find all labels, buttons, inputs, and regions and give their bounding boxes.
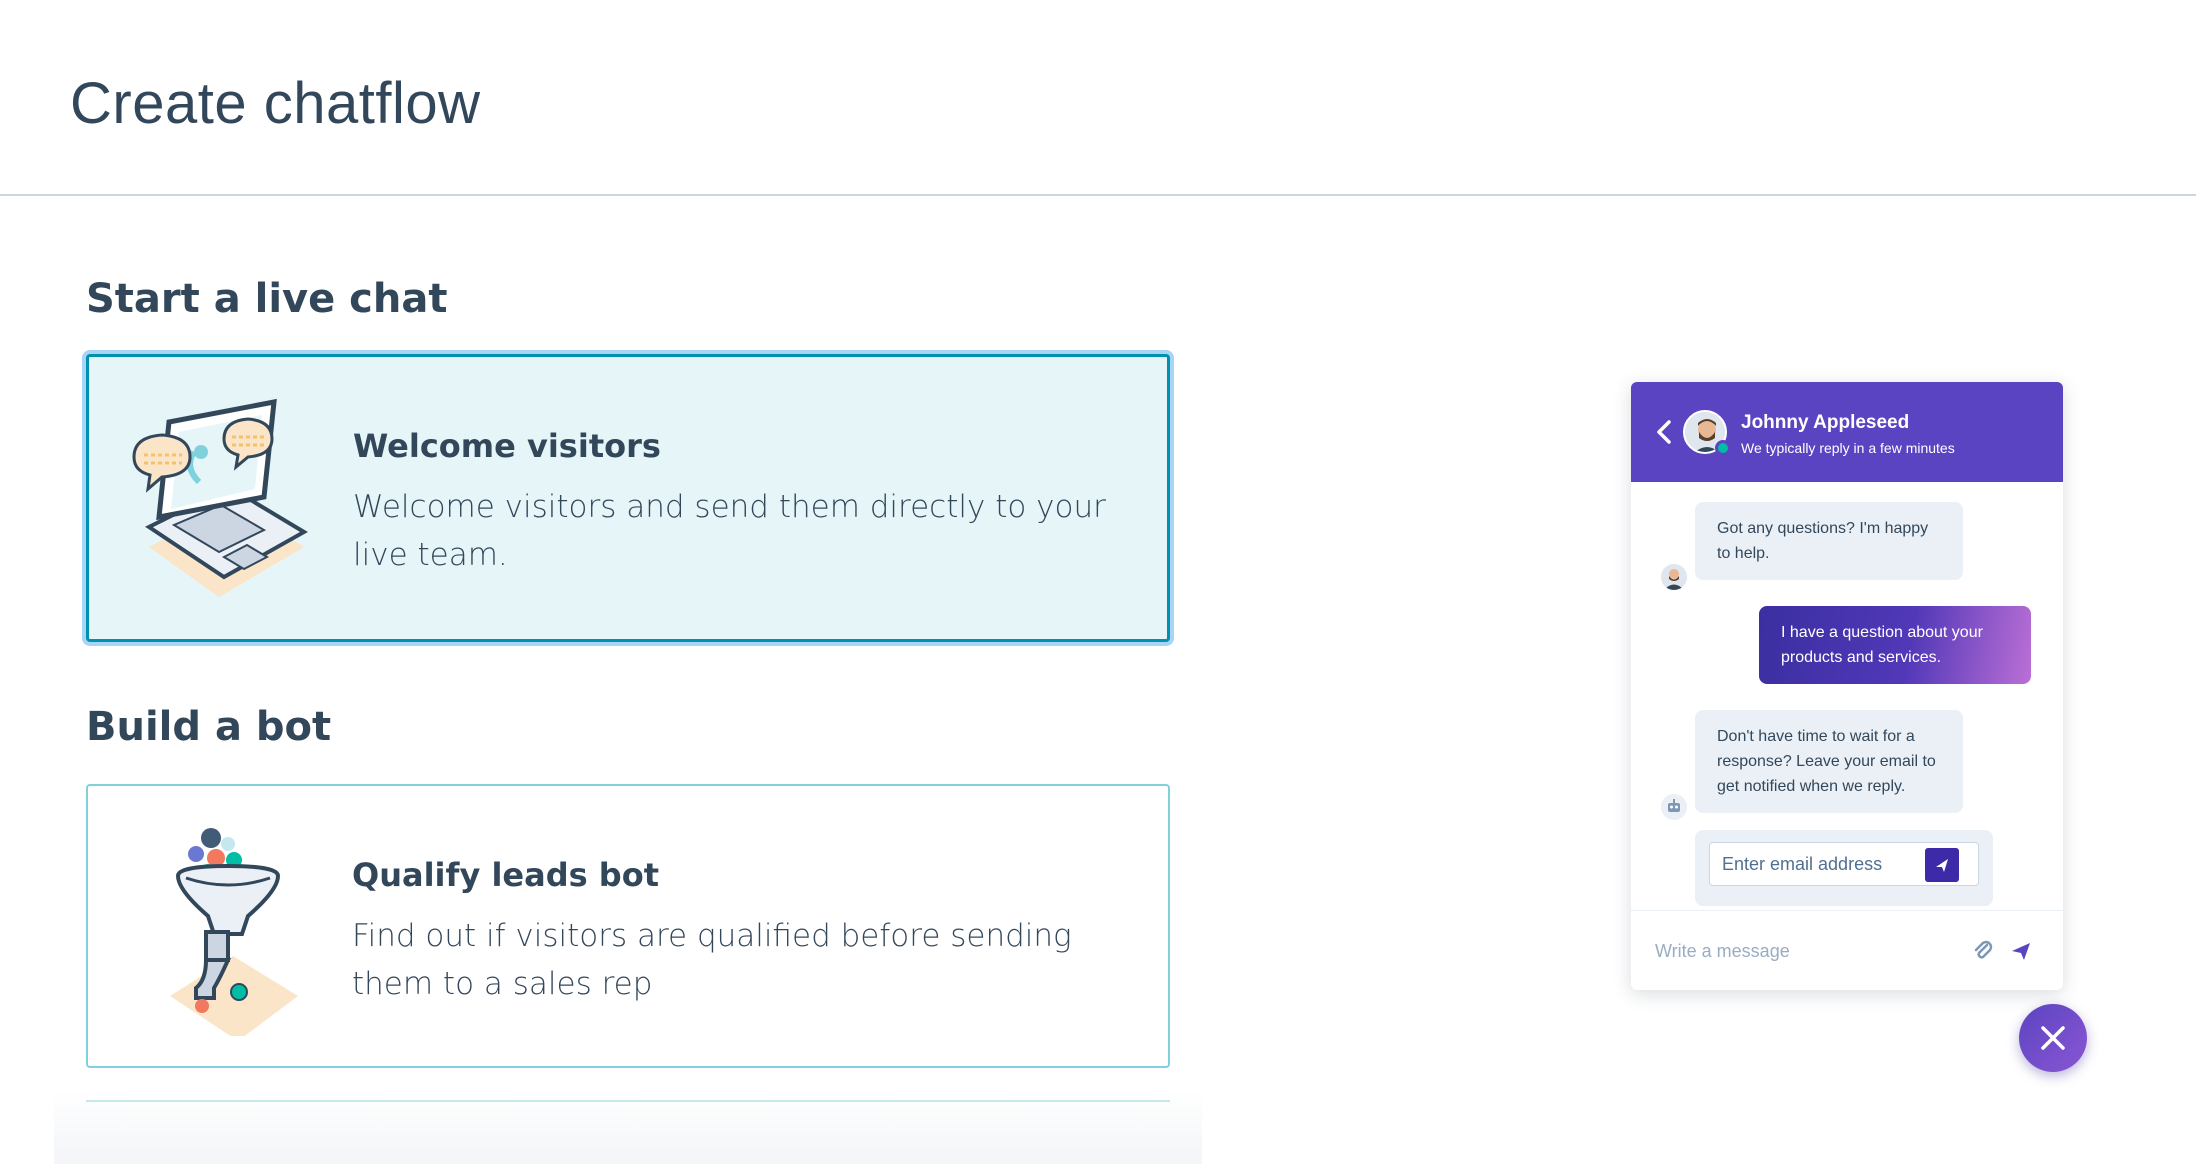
agent-small-avatar xyxy=(1661,564,1687,590)
chat-header: Johnny Appleseed We typically reply in a… xyxy=(1631,382,2063,482)
email-submit-button[interactable] xyxy=(1925,848,1959,882)
next-card-partial xyxy=(54,1090,1202,1164)
card-description: Find out if visitors are qualified befor… xyxy=(352,918,1072,1002)
message-input[interactable]: Write a message xyxy=(1655,931,1790,971)
section-heading-live-chat: Start a live chat xyxy=(86,276,448,322)
paperclip-icon[interactable] xyxy=(1971,939,1995,963)
page-header: Create chatflow xyxy=(0,0,2196,196)
message-composer: Write a message xyxy=(1631,910,2063,990)
agent-status: We typically reply in a few minutes xyxy=(1741,440,1955,456)
section-heading-build-bot: Build a bot xyxy=(86,704,332,750)
robot-icon xyxy=(1661,794,1687,820)
laptop-chat-illustration xyxy=(132,398,308,597)
card-description: Welcome visitors and send them directly … xyxy=(353,489,1106,573)
chat-widget-preview: Johnny Appleseed We typically reply in a… xyxy=(1631,382,2063,990)
page-title: Create chatflow xyxy=(70,71,481,136)
chat-launcher-close-button[interactable] xyxy=(2019,1004,2087,1072)
qualify-leads-bot-card[interactable]: Qualify leads bot Find out if visitors a… xyxy=(86,784,1170,1068)
agent-name: Johnny Appleseed xyxy=(1741,412,1910,433)
close-icon xyxy=(2041,1026,2065,1050)
online-status-indicator xyxy=(1715,440,1731,456)
visitor-message-bubble: I have a question about your products an… xyxy=(1759,606,2031,684)
agent-message-bubble: Got any questions? I'm happy to help. xyxy=(1695,502,1963,580)
person-icon xyxy=(1661,564,1687,590)
paper-plane-icon xyxy=(1936,859,1948,872)
email-capture: Enter email address xyxy=(1695,830,1993,906)
paper-plane-icon[interactable] xyxy=(2009,939,2033,963)
bot-message-bubble: Don't have time to wait for a response? … xyxy=(1695,710,1963,813)
next-card-border xyxy=(86,1100,1170,1140)
welcome-visitors-card[interactable]: Welcome visitors Welcome visitors and se… xyxy=(86,354,1170,642)
chevron-left-icon[interactable] xyxy=(1653,418,1677,446)
card-title: Qualify leads bot xyxy=(352,856,659,894)
card-title: Welcome visitors xyxy=(353,427,661,465)
bot-avatar xyxy=(1661,794,1687,820)
funnel-illustration xyxy=(170,828,298,1036)
